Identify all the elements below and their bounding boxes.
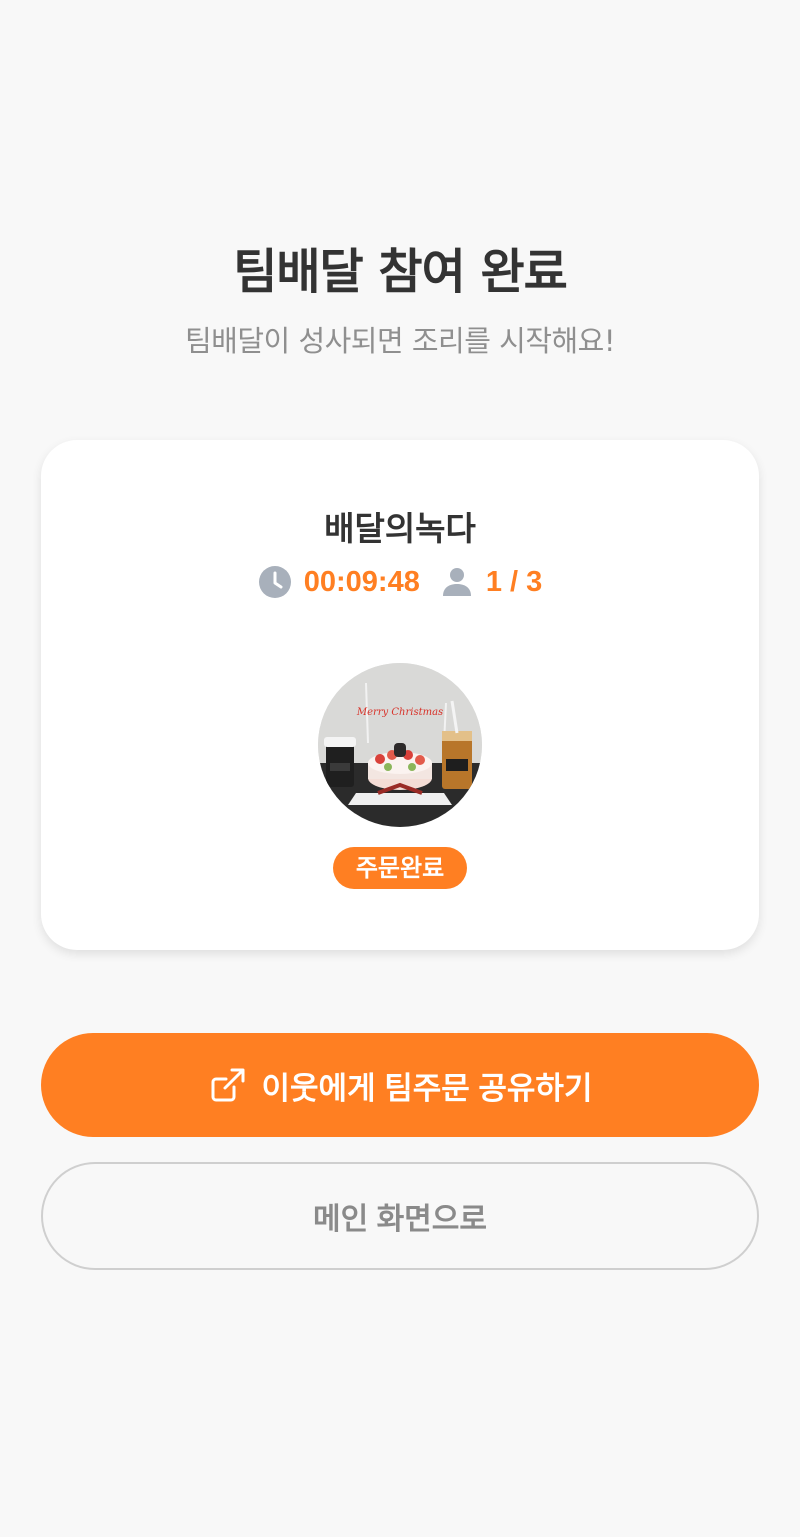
external-link-icon	[208, 1065, 248, 1105]
status-badge: 주문완료	[333, 847, 467, 889]
store-name: 배달의녹다	[324, 509, 476, 548]
clock-icon	[258, 565, 292, 599]
share-team-order-button[interactable]: 이웃에게 팀주문 공유하기	[41, 1033, 759, 1137]
countdown-timer: 00:09:48	[303, 565, 420, 598]
go-main-button[interactable]: 메인 화면으로	[41, 1162, 759, 1270]
page-subtitle: 팀배달이 성사되면 조리를 시작해요!	[185, 324, 615, 358]
order-complete-screen: 팀배달 참여 완료 팀배달이 성사되면 조리를 시작해요! 배달의녹다 00:0…	[0, 0, 800, 1537]
topper-text: Merry Christmas	[356, 707, 443, 718]
main-button-label: 메인 화면으로	[313, 1203, 487, 1236]
menu-photo: Merry Christmas	[318, 663, 482, 827]
share-button-label: 이웃에게 팀주문 공유하기	[261, 1070, 593, 1106]
order-stats: 00:09:48 1 / 3	[41, 562, 759, 602]
person-icon	[440, 565, 474, 599]
participant-count: 1 / 3	[485, 565, 543, 598]
page-title: 팀배달 참여 완료	[233, 244, 568, 300]
team-order-card: 배달의녹다 00:09:48 1 / 3 Merry Christmas 주문완…	[41, 440, 759, 950]
